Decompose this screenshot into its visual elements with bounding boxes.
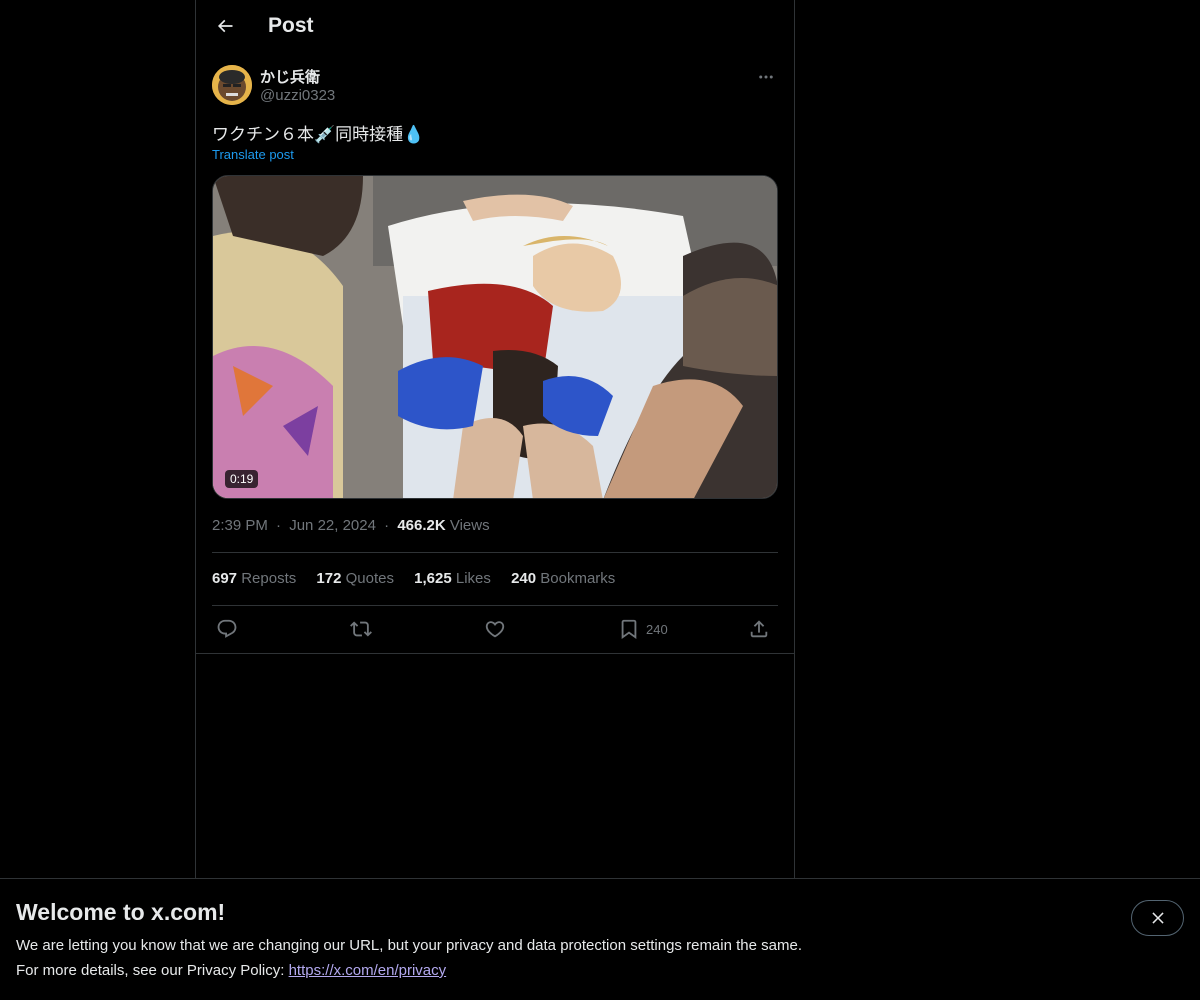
video-thumbnail bbox=[213, 176, 777, 498]
banner-title: Welcome to x.com! bbox=[16, 899, 226, 925]
bookmark-button[interactable]: 240 bbox=[618, 615, 668, 643]
post-time[interactable]: 2:39 PM bbox=[212, 517, 268, 534]
repost-button[interactable] bbox=[350, 615, 372, 643]
translate-post-link[interactable]: Translate post bbox=[212, 147, 294, 162]
post-meta: 2:39 PM · Jun 22, 2024 · 466.2K Views bbox=[212, 517, 490, 534]
banner-privacy-prefix: For more details, see our Privacy Policy… bbox=[16, 962, 289, 979]
divider bbox=[212, 605, 778, 606]
reposts-label: Reposts bbox=[241, 570, 297, 587]
quotes-label: Quotes bbox=[345, 570, 394, 587]
meta-separator: · bbox=[384, 517, 390, 534]
author-handle[interactable]: @uzzi0323 bbox=[260, 87, 335, 104]
video-duration: 0:19 bbox=[225, 470, 259, 488]
likes-count: 1,625 bbox=[414, 570, 452, 587]
url-change-banner: Welcome to x.com! We are letting you kno… bbox=[0, 878, 1200, 1000]
close-banner-button[interactable] bbox=[1131, 900, 1184, 936]
post-header: Post bbox=[196, 0, 794, 53]
post-author: かじ兵衛 @uzzi0323 bbox=[212, 65, 778, 107]
views-count: 466.2K bbox=[397, 517, 446, 534]
like-button[interactable] bbox=[484, 615, 506, 643]
divider bbox=[212, 552, 778, 553]
post-column: Post かじ兵衛 @uzzi0323 ワクチン６本💉同時接種💧 Transla… bbox=[195, 0, 795, 878]
likes-label: Likes bbox=[455, 570, 491, 587]
reposts-stat[interactable]: 697 Reposts bbox=[212, 570, 296, 587]
close-icon bbox=[1151, 912, 1164, 924]
post-stats: 697 Reposts 172 Quotes 1,625 Likes 240 B… bbox=[212, 570, 631, 587]
heart-icon bbox=[485, 621, 505, 638]
author-display-name[interactable]: かじ兵衛 bbox=[260, 66, 320, 87]
quotes-stat[interactable]: 172 Quotes bbox=[316, 570, 394, 587]
avatar[interactable] bbox=[212, 65, 252, 105]
share-button[interactable] bbox=[748, 615, 770, 643]
privacy-policy-link[interactable]: https://x.com/en/privacy bbox=[289, 962, 447, 979]
page-title: Post bbox=[268, 14, 314, 37]
post-text: ワクチン６本💉同時接種💧 bbox=[212, 125, 425, 145]
meta-separator: · bbox=[276, 517, 282, 534]
repost-icon bbox=[350, 621, 372, 637]
back-button[interactable] bbox=[208, 9, 242, 43]
bookmarks-count: 240 bbox=[511, 570, 537, 587]
post-date[interactable]: Jun 22, 2024 bbox=[289, 517, 376, 534]
reply-button[interactable] bbox=[216, 615, 238, 643]
quotes-count: 172 bbox=[316, 570, 342, 587]
more-button[interactable] bbox=[754, 65, 778, 89]
likes-stat[interactable]: 1,625 Likes bbox=[414, 570, 491, 587]
bookmark-action-count: 240 bbox=[646, 621, 668, 637]
bookmarks-label: Bookmarks bbox=[540, 570, 616, 587]
bookmarks-stat[interactable]: 240 Bookmarks bbox=[511, 570, 615, 587]
reply-icon bbox=[217, 619, 237, 638]
arrow-left-icon bbox=[217, 19, 233, 33]
reposts-count: 697 bbox=[212, 570, 238, 587]
post-video[interactable]: 0:19 bbox=[212, 175, 778, 499]
banner-message: We are letting you know that we are chan… bbox=[16, 937, 802, 954]
bookmark-icon bbox=[621, 619, 637, 640]
banner-privacy-line: For more details, see our Privacy Policy… bbox=[16, 962, 446, 979]
divider bbox=[196, 653, 794, 654]
views-label: Views bbox=[449, 517, 490, 534]
post-actions: 240 bbox=[212, 615, 778, 643]
more-horizontal-icon bbox=[759, 75, 773, 79]
share-icon bbox=[750, 620, 768, 638]
